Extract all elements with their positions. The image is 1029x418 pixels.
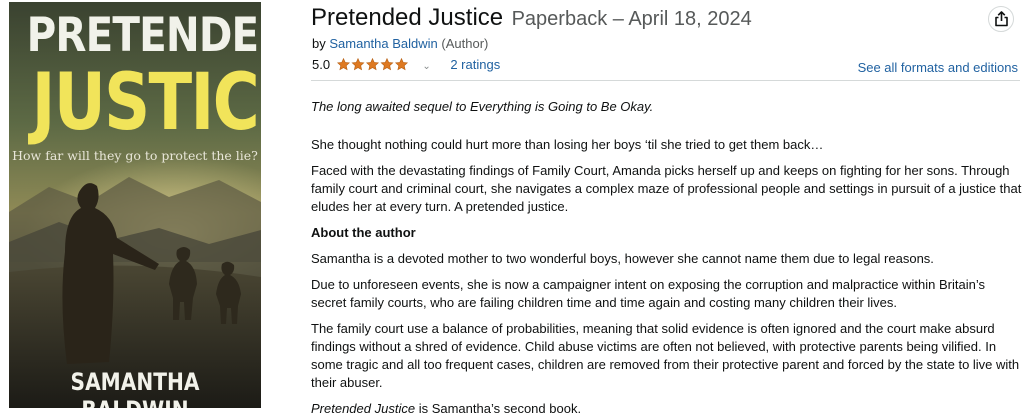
about-author-paragraph: Due to unforeseen events, she is now a c… bbox=[311, 277, 985, 310]
format-and-date: Paperback – April 18, 2024 bbox=[511, 8, 752, 30]
rating-row: 5.0 ⌄ 2 ratings bbox=[312, 57, 500, 74]
ratings-count-link[interactable]: 2 ratings bbox=[450, 57, 500, 72]
product-title-row: Pretended Justice Paperback – April 18, … bbox=[311, 4, 752, 32]
author-role: (Author) bbox=[441, 36, 489, 51]
cover-author: SAMANTHA BALDWIN bbox=[70, 368, 200, 408]
star-icon bbox=[394, 57, 408, 71]
description-tagline: The long awaited sequel to Everything is… bbox=[311, 99, 654, 114]
rating-value: 5.0 bbox=[312, 57, 331, 72]
share-icon bbox=[995, 11, 1008, 27]
star-icon bbox=[351, 57, 365, 71]
product-description: The long awaited sequel to Everything is… bbox=[311, 98, 1023, 418]
book-cover-image[interactable]: PRETENDED JUSTICE How far will they go t… bbox=[9, 2, 261, 408]
star-icon bbox=[336, 57, 350, 71]
cover-tagline: How far will they go to protect the lie? bbox=[12, 148, 258, 163]
share-button[interactable] bbox=[988, 6, 1014, 32]
author-link[interactable]: Samantha Baldwin bbox=[329, 36, 437, 51]
star-icons bbox=[336, 57, 408, 71]
about-author-paragraph: The family court use a balance of probab… bbox=[311, 321, 1020, 390]
see-all-formats-link[interactable]: See all formats and editions bbox=[858, 60, 1018, 75]
closing-line-text: is Samantha’s second book. bbox=[415, 401, 582, 416]
product-title: Pretended Justice bbox=[311, 4, 504, 31]
star-icon bbox=[380, 57, 394, 71]
about-author-heading: About the author bbox=[311, 225, 416, 240]
star-icon bbox=[365, 57, 379, 71]
description-paragraph: Faced with the devastating findings of F… bbox=[311, 163, 1022, 214]
description-paragraph: She thought nothing could hurt more than… bbox=[311, 137, 824, 152]
closing-line: Pretended Justice is Samantha’s second b… bbox=[311, 400, 1023, 418]
about-author-paragraph: Samantha is a devoted mother to two wond… bbox=[311, 251, 934, 266]
by-label: by bbox=[312, 36, 326, 51]
chevron-down-icon[interactable]: ⌄ bbox=[422, 61, 430, 72]
book-title-italic: Pretended Justice bbox=[311, 401, 416, 416]
cover-title-line2: JUSTICE bbox=[31, 58, 261, 148]
cover-title-line1: PRETENDED bbox=[26, 8, 261, 63]
byline: by Samantha Baldwin (Author) bbox=[312, 36, 488, 51]
divider bbox=[311, 80, 1020, 81]
star-rating[interactable] bbox=[336, 57, 409, 74]
